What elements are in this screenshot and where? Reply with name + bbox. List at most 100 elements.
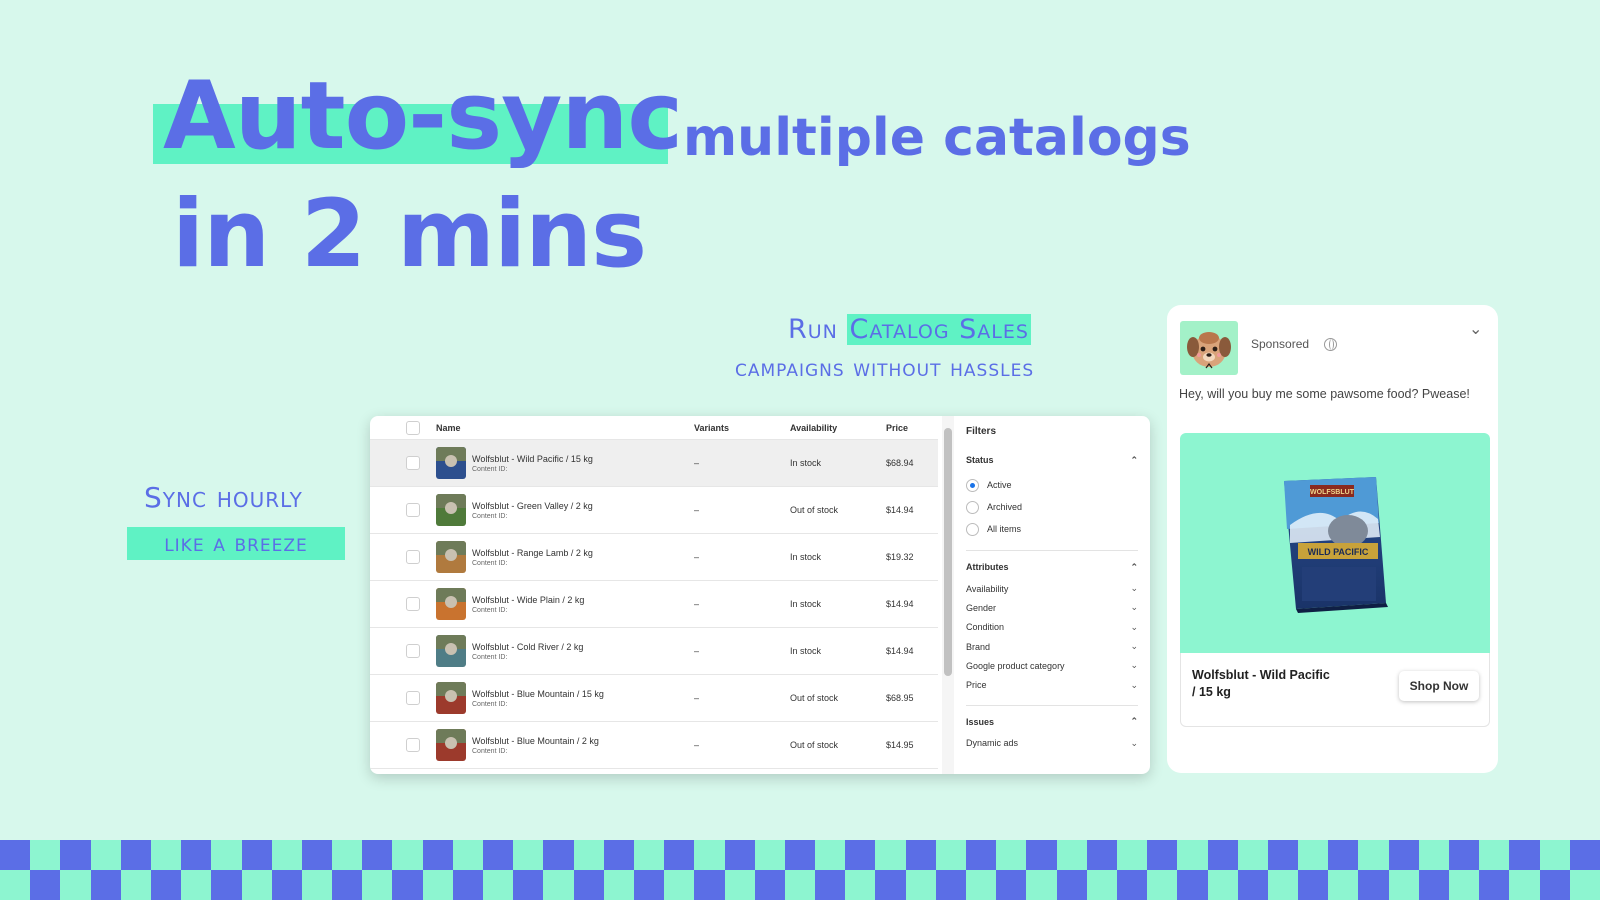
radio-button[interactable] xyxy=(966,523,979,536)
content-id: Content ID: xyxy=(472,748,599,755)
product-table: Name Variants Availability Price Wolfsbl… xyxy=(370,416,938,774)
header-price[interactable]: Price xyxy=(886,423,938,433)
row-checkbox[interactable] xyxy=(406,597,420,611)
radio-label: All items xyxy=(987,524,1021,534)
checker-square xyxy=(664,870,694,900)
checker-square xyxy=(1238,840,1268,870)
checker-square xyxy=(1540,840,1570,870)
product-name[interactable]: Wolfsblut - Blue Mountain / 2 kg xyxy=(472,736,599,746)
checker-square xyxy=(423,870,453,900)
row-checkbox[interactable] xyxy=(406,503,420,517)
product-package-image: WILD PACIFIC WOLFSBLUT xyxy=(1180,433,1490,653)
headline-big: Auto-sync xyxy=(163,62,682,172)
row-checkbox[interactable] xyxy=(406,644,420,658)
ad-product-image[interactable]: WILD PACIFIC WOLFSBLUT xyxy=(1180,433,1490,653)
filter-google-product-category[interactable]: Google product category⌄ xyxy=(966,656,1138,675)
shop-now-button[interactable]: Shop Now xyxy=(1399,671,1479,701)
row-checkbox[interactable] xyxy=(406,550,420,564)
price-cell: $68.95 xyxy=(886,693,938,703)
checker-square xyxy=(785,870,815,900)
status-option-active[interactable]: Active xyxy=(966,474,1138,496)
ad-product-name[interactable]: Wolfsblut - Wild Pacific / 15 kg xyxy=(1192,667,1332,701)
table-row[interactable]: Wolfsblut - Cold River / 2 kg Content ID:… xyxy=(370,628,938,675)
checker-square xyxy=(0,840,30,870)
package-brand-text: WOLFSBLUT xyxy=(1310,489,1355,496)
table-row[interactable]: Wolfsblut - Green Valley / 2 kgContent I… xyxy=(370,487,938,534)
price-cell: $14.95 xyxy=(886,740,938,750)
product-name[interactable]: Wolfsblut - Cold River / 2 kg xyxy=(472,642,583,652)
checker-square xyxy=(1177,840,1207,870)
table-row[interactable]: Wolfsblut - Wide Plain / 2 kgContent ID:… xyxy=(370,581,938,628)
filter-availability[interactable]: Availability⌄ xyxy=(966,579,1138,598)
checker-square xyxy=(242,840,272,870)
checker-square xyxy=(1057,870,1087,900)
status-option-archived[interactable]: Archived xyxy=(966,496,1138,518)
checker-square xyxy=(453,870,483,900)
header-name[interactable]: Name xyxy=(436,423,694,433)
checker-square xyxy=(694,840,724,870)
avatar[interactable] xyxy=(1180,321,1238,375)
checker-square xyxy=(815,840,845,870)
status-option-all-items[interactable]: All items xyxy=(966,518,1138,540)
chevron-down-icon: ⌄ xyxy=(1130,602,1138,613)
checker-square xyxy=(574,840,604,870)
checker-square xyxy=(1147,840,1177,870)
checker-square xyxy=(664,840,694,870)
table-row[interactable]: Wolfsblut - Wild Pacific / 15 kgContent … xyxy=(370,440,938,487)
scrollbar-thumb[interactable] xyxy=(944,428,952,676)
table-row[interactable]: Wolfsblut - Blue Mountain / 15 kgContent… xyxy=(370,675,938,722)
checker-square xyxy=(634,840,664,870)
headline-line-2: in 2 mins xyxy=(172,180,646,290)
checker-square xyxy=(966,840,996,870)
table-scrollbar[interactable] xyxy=(942,416,954,774)
checker-square xyxy=(1208,870,1238,900)
radio-button[interactable] xyxy=(966,501,979,514)
checker-square xyxy=(302,840,332,870)
thumbnail-dog xyxy=(445,596,457,608)
checker-square xyxy=(875,840,905,870)
variants-cell: – xyxy=(694,552,790,562)
radio-label: Archived xyxy=(987,502,1022,512)
checker-square xyxy=(1479,840,1509,870)
headline-small: multiple catalogs xyxy=(683,98,1191,178)
checker-square xyxy=(181,870,211,900)
thumbnail-dog xyxy=(445,643,457,655)
table-header: Name Variants Availability Price xyxy=(370,416,938,440)
row-checkbox[interactable] xyxy=(406,456,420,470)
row-checkbox[interactable] xyxy=(406,691,420,705)
checker-square xyxy=(1389,870,1419,900)
table-row[interactable]: Wolfsblut - Blue Mountain / 2 kg Content … xyxy=(370,722,938,769)
filter-condition[interactable]: Condition⌄ xyxy=(966,618,1138,637)
checker-square xyxy=(1268,840,1298,870)
select-all-checkbox[interactable] xyxy=(406,421,420,435)
checker-square xyxy=(1540,870,1570,900)
header-availability[interactable]: Availability xyxy=(790,423,886,433)
variants-cell: – xyxy=(694,599,790,609)
radio-button[interactable] xyxy=(966,479,979,492)
product-name[interactable]: Wolfsblut - Green Valley / 2 kg xyxy=(472,501,593,511)
checker-square xyxy=(211,840,241,870)
checker-square xyxy=(875,870,905,900)
filter-dynamic-ads[interactable]: Dynamic ads⌄ xyxy=(966,734,1138,753)
chevron-down-icon[interactable]: ⌄ xyxy=(1469,319,1482,339)
product-name[interactable]: Wolfsblut - Wild Pacific / 15 kg xyxy=(472,454,593,464)
header-variants[interactable]: Variants xyxy=(694,423,790,433)
filter-gender[interactable]: Gender⌄ xyxy=(966,598,1138,617)
product-name[interactable]: Wolfsblut - Blue Mountain / 15 kg xyxy=(472,689,604,699)
filter-brand[interactable]: Brand⌄ xyxy=(966,637,1138,656)
product-name[interactable]: Wolfsblut - Range Lamb / 2 kg xyxy=(472,548,593,558)
checker-square xyxy=(1328,870,1358,900)
checker-square xyxy=(151,870,181,900)
thumbnail-dog xyxy=(445,737,457,749)
product-name[interactable]: Wolfsblut - Wide Plain / 2 kg xyxy=(472,595,584,605)
attributes-section-header[interactable]: Attributes ⌃ xyxy=(966,559,1138,575)
content-id: Content ID: xyxy=(472,654,583,661)
row-checkbox[interactable] xyxy=(406,738,420,752)
table-row[interactable]: Wolfsblut - Range Lamb / 2 kgContent ID:… xyxy=(370,534,938,581)
catalog-panel: Name Variants Availability Price Wolfsbl… xyxy=(370,416,1150,774)
issues-section-header[interactable]: Issues ⌃ xyxy=(966,714,1138,730)
checker-square xyxy=(845,870,875,900)
status-section-header[interactable]: Status ⌃ xyxy=(966,452,1138,468)
checker-square xyxy=(574,870,604,900)
filter-price[interactable]: Price⌄ xyxy=(966,675,1138,694)
